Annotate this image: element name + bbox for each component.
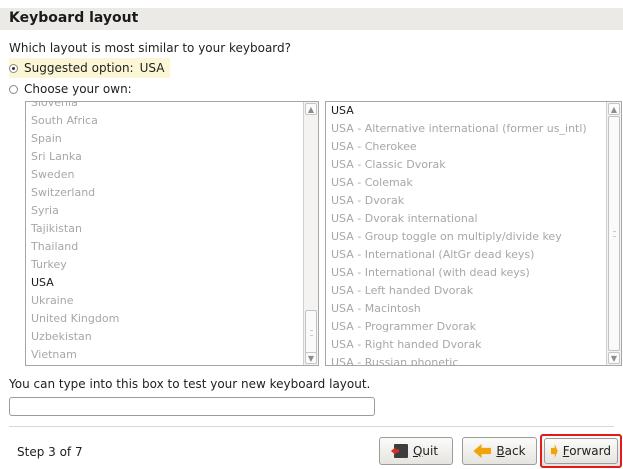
exit-door-icon — [393, 444, 408, 458]
country-list-scrollbar[interactable]: ▲ ▼ — [303, 102, 318, 365]
variant-list-item[interactable]: USA - Left handed Dvorak — [326, 282, 606, 300]
variant-list-item[interactable]: USA - Macintosh — [326, 300, 606, 318]
arrow-right-icon — [551, 444, 558, 458]
country-list-item[interactable]: Vietnam — [26, 346, 303, 364]
page-header: Keyboard layout — [0, 8, 623, 30]
variant-list-item[interactable]: USA - Dvorak — [326, 192, 606, 210]
page-title: Keyboard layout — [9, 10, 139, 26]
variant-list-item[interactable]: USA - Group toggle on multiply/divide ke… — [326, 228, 606, 246]
variant-list-scroll-thumb[interactable] — [608, 116, 620, 351]
forward-button-label: Forward — [562, 444, 611, 458]
quit-button-label: Quit — [412, 444, 439, 458]
scroll-up-icon[interactable]: ▲ — [608, 103, 620, 115]
choose-own-radio[interactable] — [9, 84, 18, 94]
choose-own-radio-row[interactable]: Choose your own: — [9, 79, 132, 99]
country-list-item[interactable]: Syria — [26, 202, 303, 220]
step-indicator: Step 3 of 7 — [17, 445, 83, 459]
variant-list-items: USA USA - Alternative international (form… — [326, 102, 606, 365]
country-list-item[interactable]: United Kingdom — [26, 310, 303, 328]
arrow-left-icon — [473, 444, 492, 458]
suggested-option-value: USA — [139, 61, 165, 75]
back-button[interactable]: Back — [462, 437, 537, 465]
variant-list-item[interactable]: USA - Classic Dvorak — [326, 156, 606, 174]
keyboard-test-input[interactable] — [9, 397, 375, 416]
variant-list-item[interactable]: USA - International (AltGr dead keys) — [326, 246, 606, 264]
variant-list-item[interactable]: USA - Dvorak international — [326, 210, 606, 228]
back-button-label: Back — [496, 444, 526, 458]
scroll-down-icon[interactable]: ▼ — [305, 352, 317, 364]
country-list-item[interactable]: Ukraine — [26, 292, 303, 310]
test-box-label: You can type into this box to test your … — [9, 377, 371, 391]
country-list-item[interactable]: Tajikistan — [26, 220, 303, 238]
country-list[interactable]: Slovenia South Africa Spain Sri Lanka Sweden… — [25, 101, 319, 366]
variant-list-item[interactable]: USA - Alternative international (former … — [326, 120, 606, 138]
variant-list-item[interactable]: USA - Cherokee — [326, 138, 606, 156]
variant-list-item[interactable]: USA - Right handed Dvorak — [326, 336, 606, 354]
grip-icon — [310, 330, 313, 336]
country-list-scroll-thumb[interactable] — [305, 310, 317, 357]
variant-list[interactable]: USA USA - Alternative international (form… — [325, 101, 622, 366]
country-list-item[interactable]: South Africa — [26, 112, 303, 130]
variant-list-scrollbar[interactable]: ▲ ▼ — [606, 102, 621, 365]
variant-list-item[interactable]: USA - Colemak — [326, 174, 606, 192]
country-list-item[interactable]: Spain — [26, 130, 303, 148]
country-list-item[interactable]: Slovenia — [26, 102, 303, 112]
scroll-down-icon[interactable]: ▼ — [608, 352, 620, 364]
keyboard-layout-page: Keyboard layout Which layout is most sim… — [0, 0, 623, 469]
suggested-option-radio[interactable] — [9, 63, 18, 73]
scroll-up-icon[interactable]: ▲ — [305, 103, 317, 115]
country-list-item[interactable]: USA — [26, 274, 303, 292]
country-list-item[interactable]: Switzerland — [26, 184, 303, 202]
country-list-item[interactable]: Turkey — [26, 256, 303, 274]
grip-icon — [613, 231, 616, 237]
country-list-items: Slovenia South Africa Spain Sri Lanka Sweden… — [26, 102, 303, 365]
layout-question: Which layout is most similar to your key… — [9, 41, 292, 55]
country-list-item[interactable]: Sri Lanka — [26, 148, 303, 166]
suggested-option-radio-row[interactable]: Suggested option: USA — [9, 58, 171, 78]
country-list-item[interactable]: Thailand — [26, 238, 303, 256]
variant-list-item[interactable]: USA - Programmer Dvorak — [326, 318, 606, 336]
choose-own-label: Choose your own: — [24, 82, 132, 96]
country-list-item[interactable]: Sweden — [26, 166, 303, 184]
variant-list-item[interactable]: USA - Russian phonetic — [326, 354, 606, 365]
quit-button[interactable]: Quit — [379, 437, 453, 465]
variant-list-item[interactable]: USA - International (with dead keys) — [326, 264, 606, 282]
variant-list-item[interactable]: USA — [326, 102, 606, 120]
footer-divider — [9, 426, 614, 427]
suggested-option-label: Suggested option: — [24, 61, 134, 75]
country-list-item[interactable]: Uzbekistan — [26, 328, 303, 346]
forward-button[interactable]: Forward — [544, 438, 618, 464]
